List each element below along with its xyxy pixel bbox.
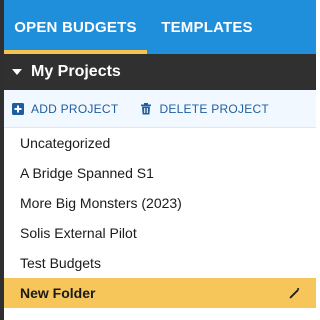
list-item[interactable]: A Bridge Spanned S1 — [4, 158, 316, 188]
tab-open-budgets[interactable]: OPEN BUDGETS — [4, 0, 147, 54]
delete-project-button[interactable]: DELETE PROJECT — [140, 102, 269, 116]
tabs-bar: OPEN BUDGETS TEMPLATES — [4, 0, 316, 54]
add-project-label: ADD PROJECT — [31, 101, 119, 116]
caret-down-icon — [12, 69, 22, 75]
list-item[interactable]: Uncategorized — [4, 128, 316, 158]
tab-templates[interactable]: TEMPLATES — [147, 0, 267, 54]
trash-icon — [141, 102, 152, 114]
pencil-icon[interactable] — [288, 286, 302, 300]
my-projects-title: My Projects — [31, 63, 121, 80]
plus-square-icon — [12, 102, 24, 115]
selected-folder-label: New Folder — [20, 285, 96, 301]
project-list: Uncategorized A Bridge Spanned S1 More B… — [4, 128, 316, 308]
list-item[interactable]: Solis External Pilot — [4, 218, 316, 248]
selected-folder[interactable]: New Folder — [4, 278, 316, 308]
project-actions: ADD PROJECT DELETE PROJECT — [4, 90, 316, 128]
list-item[interactable]: More Big Monsters (2023) — [4, 188, 316, 218]
right-strip — [316, 0, 319, 320]
list-item[interactable]: Test Budgets — [4, 248, 316, 278]
add-project-button[interactable]: ADD PROJECT — [12, 102, 118, 116]
delete-project-label: DELETE PROJECT — [159, 101, 269, 116]
budget-panel: OPEN BUDGETS TEMPLATES My Projects ADD P… — [4, 0, 316, 320]
my-projects-header[interactable]: My Projects — [4, 54, 316, 90]
